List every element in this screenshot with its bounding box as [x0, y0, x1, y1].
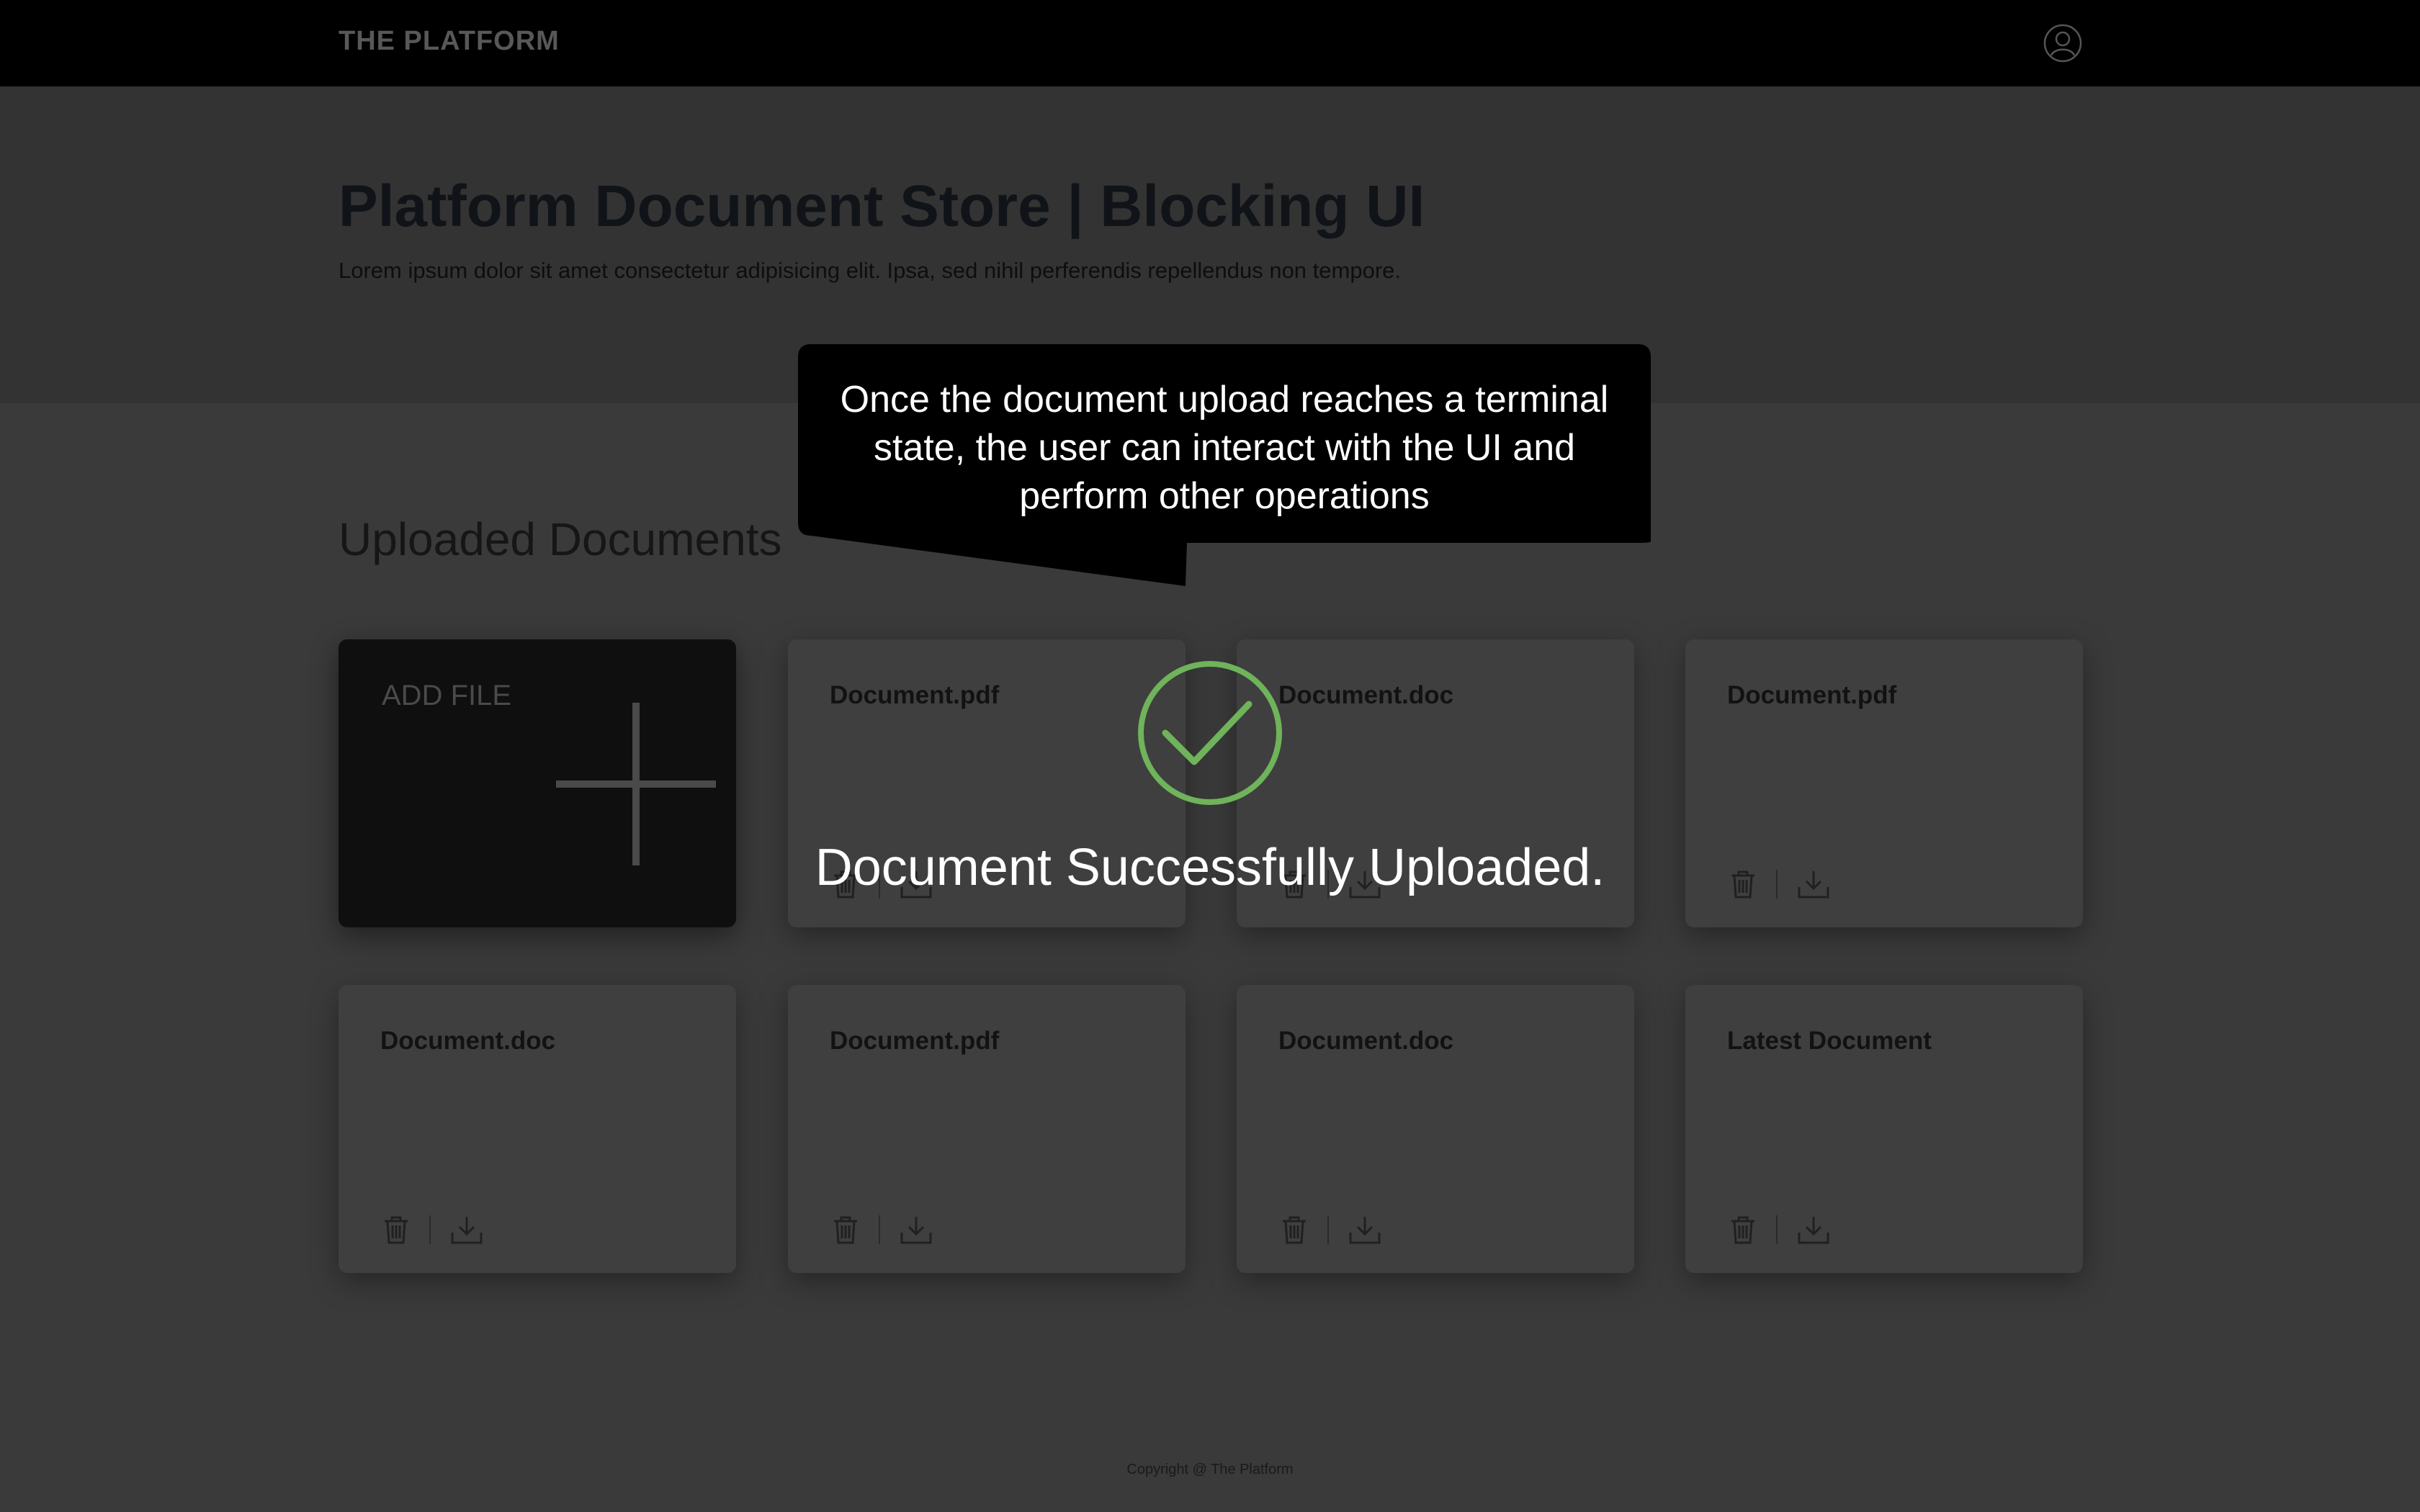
document-card[interactable]: Document.pdf [788, 985, 1186, 1273]
action-divider [879, 1215, 880, 1244]
trash-icon[interactable] [1727, 1214, 1759, 1246]
footer-copyright: Copyright @ The Platform [1126, 1462, 1294, 1477]
action-divider [429, 1215, 431, 1244]
trash-icon[interactable] [380, 1214, 412, 1246]
callout-text: Once the document upload reaches a termi… [840, 379, 1609, 517]
document-card[interactable]: Document.doc [1237, 985, 1634, 1273]
trash-icon[interactable] [1278, 1214, 1310, 1246]
card-actions [1727, 863, 1871, 901]
callout-tooltip: Once the document upload reaches a termi… [798, 344, 1651, 589]
trash-icon[interactable] [1727, 868, 1759, 900]
card-actions [1727, 1208, 1871, 1247]
success-message: Document Successfully Uploaded. [815, 839, 1605, 896]
download-icon[interactable] [449, 1214, 484, 1246]
section-title: Uploaded Documents [339, 513, 782, 565]
download-icon[interactable] [1796, 868, 1831, 900]
card-actions [380, 1208, 524, 1247]
user-profile-icon[interactable] [2043, 23, 2083, 63]
document-name: Document.doc [1278, 1027, 1454, 1055]
card-actions [830, 1208, 974, 1247]
document-name: Latest Document [1727, 1027, 1932, 1055]
document-card[interactable]: Latest Document [1685, 985, 2083, 1273]
document-name: Document.pdf [1727, 681, 1897, 709]
plus-icon [556, 703, 716, 865]
document-name: Document.pdf [830, 1027, 1000, 1055]
card-actions [1278, 1208, 1422, 1247]
document-name: Document.doc [380, 1027, 556, 1055]
add-file-card[interactable]: ADD FILE [339, 639, 736, 927]
add-file-label: ADD FILE [382, 680, 512, 711]
brand-logo[interactable]: THE PLATFORM [339, 26, 560, 57]
document-name: Document.pdf [830, 681, 1000, 709]
action-divider [1327, 1215, 1329, 1244]
download-icon[interactable] [1348, 1214, 1382, 1246]
document-name: Document.doc [1278, 681, 1454, 709]
action-divider [1776, 1215, 1778, 1244]
page-subtitle: Lorem ipsum dolor sit amet consectetur a… [339, 258, 1401, 283]
download-icon[interactable] [1796, 1214, 1831, 1246]
document-card[interactable]: Document.pdf [1685, 639, 2083, 927]
action-divider [1776, 870, 1778, 899]
top-header-bar: THE PLATFORM [0, 0, 2420, 86]
download-icon[interactable] [899, 1214, 933, 1246]
trash-icon[interactable] [830, 1214, 861, 1246]
page-title: Platform Document Store | Blocking UI [339, 174, 1425, 239]
check-circle-icon [1138, 661, 1282, 805]
document-card[interactable]: Document.doc [339, 985, 736, 1273]
